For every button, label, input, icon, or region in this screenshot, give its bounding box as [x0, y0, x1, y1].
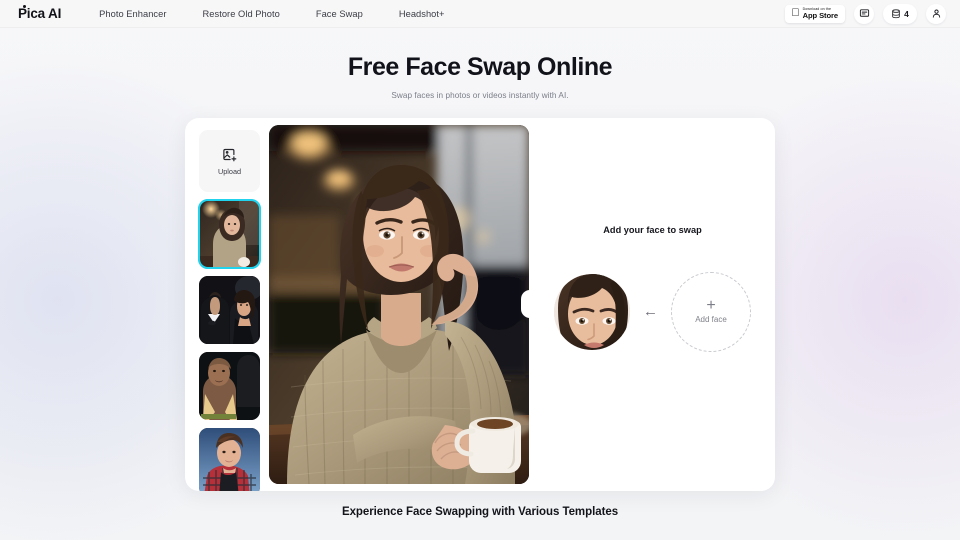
hero-section: Free Face Swap Online Swap faces in phot…: [0, 53, 960, 100]
swap-direction-arrow: ←: [643, 303, 658, 320]
face-swap-row: ← + Add face: [554, 272, 751, 352]
add-face-button[interactable]: + Add face: [671, 272, 751, 352]
detected-face-thumbnail[interactable]: [554, 274, 630, 350]
template-thumb-2[interactable]: [199, 352, 260, 420]
upload-label: Upload: [217, 166, 242, 176]
footer-title: Experience Face Swapping with Various Te…: [341, 506, 619, 518]
template-thumb-0-image: [199, 200, 260, 268]
credits-count: 4: [904, 8, 909, 19]
plus-icon: +: [706, 296, 716, 314]
nav-item-restore-old-photo[interactable]: Restore Old Photo: [203, 9, 280, 19]
template-thumb-0[interactable]: [198, 199, 261, 269]
logo-sparkle-icon: [23, 5, 26, 8]
template-list: Upload: [198, 130, 268, 491]
add-face-label: Add face: [695, 314, 727, 324]
template-rail[interactable]: Upload: [185, 118, 268, 491]
chat-bubble-icon: [859, 9, 869, 17]
brand-logo-text: Pica AI: [18, 6, 62, 21]
coin-stack-icon: [892, 8, 900, 18]
chat-button[interactable]: [854, 3, 874, 24]
nav-item-photo-enhancer[interactable]: Photo Enhancer: [99, 9, 166, 19]
image-plus-icon: [223, 148, 237, 161]
primary-nav: Photo Enhancer Restore Old Photo Face Sw…: [99, 9, 444, 19]
user-avatar-icon: [932, 9, 940, 18]
account-button[interactable]: [926, 3, 946, 24]
brand-logo[interactable]: Pica AI: [18, 5, 62, 21]
footer-section: Experience Face Swapping with Various Te…: [0, 506, 960, 518]
template-thumb-3-image: [199, 428, 260, 491]
face-panel-title: Add your face to swap: [603, 225, 702, 235]
page-subtitle: Swap faces in photos or videos instantly…: [391, 90, 569, 100]
preview-image-graphic: [269, 125, 529, 484]
nav-item-headshot-plus[interactable]: Headshot+: [399, 9, 445, 19]
credits-button[interactable]: 4: [883, 3, 917, 24]
page-root: Pica AI Photo Enhancer Restore Old Photo…: [0, 0, 960, 540]
detected-face-image: [554, 274, 630, 350]
template-thumb-1-image: [199, 276, 260, 344]
nav-item-face-swap[interactable]: Face Swap: [316, 9, 363, 19]
top-header: Pica AI Photo Enhancer Restore Old Photo…: [0, 0, 960, 28]
app-store-text: Download on the App Store: [802, 7, 838, 20]
apple-icon: : [791, 7, 799, 19]
template-thumb-3[interactable]: [199, 428, 260, 491]
app-store-badge[interactable]:  Download on the App Store: [785, 4, 845, 23]
template-thumb-2-image: [199, 352, 260, 420]
upload-button[interactable]: Upload: [199, 130, 260, 192]
preview-area: [268, 118, 530, 491]
preview-image[interactable]: [269, 125, 529, 484]
page-title: Free Face Swap Online: [347, 53, 613, 81]
header-actions:  Download on the App Store: [785, 3, 946, 24]
app-store-line2: App Store: [802, 10, 838, 20]
face-swap-panel: Add your face to swap ← + Add face: [530, 118, 775, 491]
panel-collapse-handle[interactable]: [521, 290, 529, 318]
editor-card: Upload Add your face to swap ← + Add fac…: [185, 118, 775, 491]
template-thumb-1[interactable]: [199, 276, 260, 344]
